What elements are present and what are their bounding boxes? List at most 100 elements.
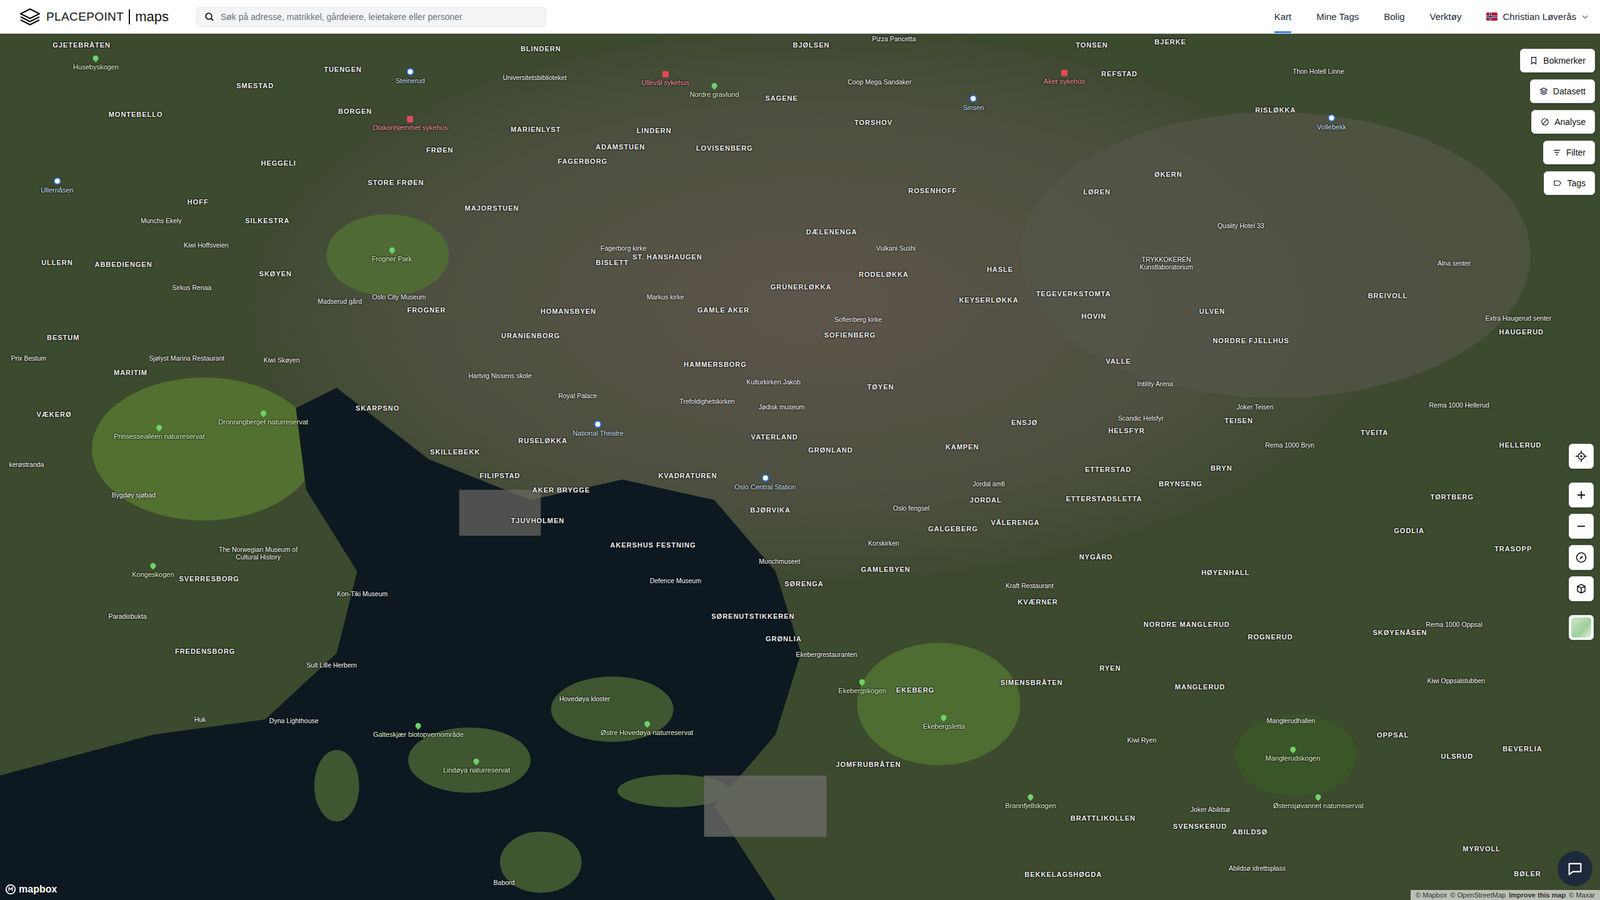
- map-label[interactable]: RYEN: [1099, 664, 1121, 673]
- map-label[interactable]: TØRTBERG: [1430, 493, 1474, 502]
- map-label[interactable]: Prinsessealléen naturreservat: [113, 425, 205, 441]
- map-label[interactable]: Sjølyst Marina Restaurant: [148, 354, 225, 362]
- map-label[interactable]: Brannfjellskogen: [1005, 794, 1056, 810]
- map-label[interactable]: SKØYEN: [259, 269, 292, 278]
- map-label[interactable]: Ekebergrestauranten: [795, 650, 857, 658]
- map-label[interactable]: MAJORSTUEN: [464, 204, 519, 213]
- map-label[interactable]: HEGGELI: [260, 159, 296, 168]
- map-label[interactable]: Kiwi Ryen: [1127, 736, 1157, 744]
- map-label[interactable]: KVÆRNER: [1017, 598, 1058, 607]
- map-label[interactable]: TRASOPP: [1494, 545, 1532, 554]
- map-label[interactable]: ROSENHOFF: [908, 186, 957, 195]
- map-label[interactable]: AKER BRYGGE: [532, 485, 590, 494]
- attribution-item[interactable]: © Maxar: [1568, 891, 1595, 899]
- locate-button[interactable]: [1568, 443, 1594, 469]
- map-label[interactable]: HAUGERUD: [1499, 327, 1544, 336]
- map-label[interactable]: ETTERSTADSLETTA: [1066, 495, 1143, 504]
- map-label[interactable]: Prix Bestum: [10, 354, 47, 362]
- map-label[interactable]: FREDENSBORG: [175, 646, 235, 655]
- map-label[interactable]: Jordal amfi: [972, 480, 1005, 488]
- map-label[interactable]: SØRENGA: [784, 580, 824, 589]
- map-label[interactable]: Scandic Helsfyr: [1118, 414, 1164, 422]
- map-label[interactable]: MARIENLYST: [510, 125, 561, 134]
- map[interactable]: GJETEBRÅTEN BLINDERN Universitetsbibliot…: [0, 0, 1600, 900]
- map-label[interactable]: Manglerudskogen: [1265, 746, 1320, 762]
- 3d-button[interactable]: [1568, 576, 1594, 602]
- map-label[interactable]: Rema 1000 Bryn: [1265, 441, 1315, 449]
- map-label[interactable]: OPPSAL: [1376, 730, 1409, 739]
- map-label[interactable]: Sirkus Renaa: [171, 283, 212, 292]
- map-label[interactable]: GAMLE AKER: [697, 306, 750, 315]
- map-label[interactable]: HELSFYR: [1108, 426, 1145, 435]
- map-label[interactable]: JORDAL: [970, 496, 1002, 505]
- map-label[interactable]: NORDRE MANGLERUD: [1143, 620, 1230, 629]
- map-label[interactable]: Sult Lille Herbern: [306, 661, 357, 669]
- map-label[interactable]: Steinerud: [395, 68, 425, 85]
- map-label[interactable]: ROGNERUD: [1248, 632, 1294, 641]
- map-label[interactable]: BRYNSENG: [1158, 480, 1203, 489]
- map-label[interactable]: Ullernåsen: [40, 177, 74, 195]
- map-label[interactable]: Joker Teisen: [1236, 403, 1274, 411]
- map-label[interactable]: TONSEN: [1075, 41, 1109, 50]
- map-label[interactable]: Defence Museum: [650, 576, 702, 585]
- map-label[interactable]: Ekebergsletta: [923, 715, 965, 731]
- map-label[interactable]: Kongeskogen: [131, 562, 174, 579]
- map-label[interactable]: GAMLEBYEN: [861, 565, 911, 574]
- map-label[interactable]: Trefoldighetskirken: [679, 397, 735, 405]
- map-label[interactable]: Quality Hotel 33: [1217, 221, 1265, 230]
- map-label[interactable]: SKØYENÅSEN: [1373, 628, 1428, 637]
- map-label[interactable]: SIMENSBRÅTEN: [1000, 678, 1064, 687]
- map-label[interactable]: SMESTAD: [236, 81, 274, 90]
- map-label[interactable]: SVERRESBORG: [178, 574, 239, 583]
- map-label[interactable]: Aker sykehus: [1043, 70, 1085, 86]
- nav-tab[interactable]: Verktøy: [1430, 0, 1462, 34]
- map-label[interactable]: Sofienberg kirke: [834, 315, 882, 324]
- map-label[interactable]: Kiwi Skøyen: [263, 356, 300, 364]
- map-label[interactable]: KAMPEN: [945, 443, 980, 452]
- map-label[interactable]: Universitetsbiblioteket: [502, 73, 567, 82]
- attribution-item[interactable]: © OpenStreetMap: [1450, 891, 1506, 899]
- map-label[interactable]: URANIENBORG: [501, 331, 560, 340]
- map-label[interactable]: Dyna Lighthouse: [269, 716, 319, 725]
- map-label[interactable]: Oslo Central Station: [734, 474, 796, 492]
- map-label[interactable]: LOVISENBERG: [696, 143, 754, 152]
- map-label[interactable]: GJETEBRÅTEN: [52, 41, 111, 50]
- map-label[interactable]: Galteskjær biotopvernområde: [373, 723, 464, 739]
- map-label[interactable]: Manglerudhallen: [1266, 716, 1315, 725]
- map-label[interactable]: Munchs Ekely: [140, 216, 182, 225]
- map-label[interactable]: ABILDSØ: [1232, 827, 1268, 836]
- map-label[interactable]: Markus kirke: [646, 293, 685, 301]
- map-label[interactable]: GALGEBERG: [928, 524, 979, 533]
- map-label[interactable]: TØYEN: [867, 382, 895, 391]
- map-label[interactable]: Sinsen: [963, 95, 985, 112]
- map-label[interactable]: FROGNER: [406, 306, 446, 315]
- map-label[interactable]: Joker Abildsø: [1190, 805, 1230, 814]
- map-label[interactable]: TRYKKOKEREN Kunstlaboratorium: [1119, 255, 1214, 271]
- nav-tab[interactable]: Kart: [1274, 0, 1292, 34]
- map-label[interactable]: Lindøya naturreservat: [443, 758, 510, 775]
- map-label[interactable]: Hartvig Nissens skole: [468, 371, 532, 380]
- map-label[interactable]: BJERKE: [1154, 38, 1187, 47]
- map-label[interactable]: Madserud gård: [317, 297, 362, 305]
- map-label[interactable]: Alna senter: [1437, 259, 1471, 267]
- map-label[interactable]: BJØLSEN: [793, 41, 830, 50]
- map-label[interactable]: HOFF: [187, 198, 209, 207]
- map-label[interactable]: Intility Arena: [1137, 380, 1174, 388]
- map-label[interactable]: Vulkani Sushi: [876, 244, 916, 252]
- mapbox-logo[interactable]: mapbox: [5, 883, 57, 895]
- map-label[interactable]: HOVIN: [1081, 312, 1107, 321]
- map-label[interactable]: BORGEN: [338, 107, 372, 116]
- map-label[interactable]: Munchmuseet: [758, 557, 800, 565]
- map-label[interactable]: Babord: [493, 878, 515, 887]
- map-label[interactable]: Østensjøvannet naturreservat: [1273, 794, 1364, 810]
- map-label[interactable]: kerøstranda: [8, 460, 44, 469]
- map-label[interactable]: ØKERN: [1154, 170, 1183, 179]
- map-label[interactable]: JOMFRUBRÅTEN: [835, 760, 901, 769]
- map-label[interactable]: GRØNLIA: [765, 635, 802, 644]
- map-label[interactable]: Kon-Tiki Museum: [336, 590, 388, 598]
- map-label[interactable]: ETTERSTAD: [1085, 465, 1132, 474]
- map-label[interactable]: Coop Mega Sandaker: [847, 78, 912, 86]
- map-label[interactable]: Korskirken: [868, 539, 900, 547]
- map-label[interactable]: Fagerborg kirke: [600, 244, 647, 252]
- map-label[interactable]: Frogner Park: [371, 247, 412, 264]
